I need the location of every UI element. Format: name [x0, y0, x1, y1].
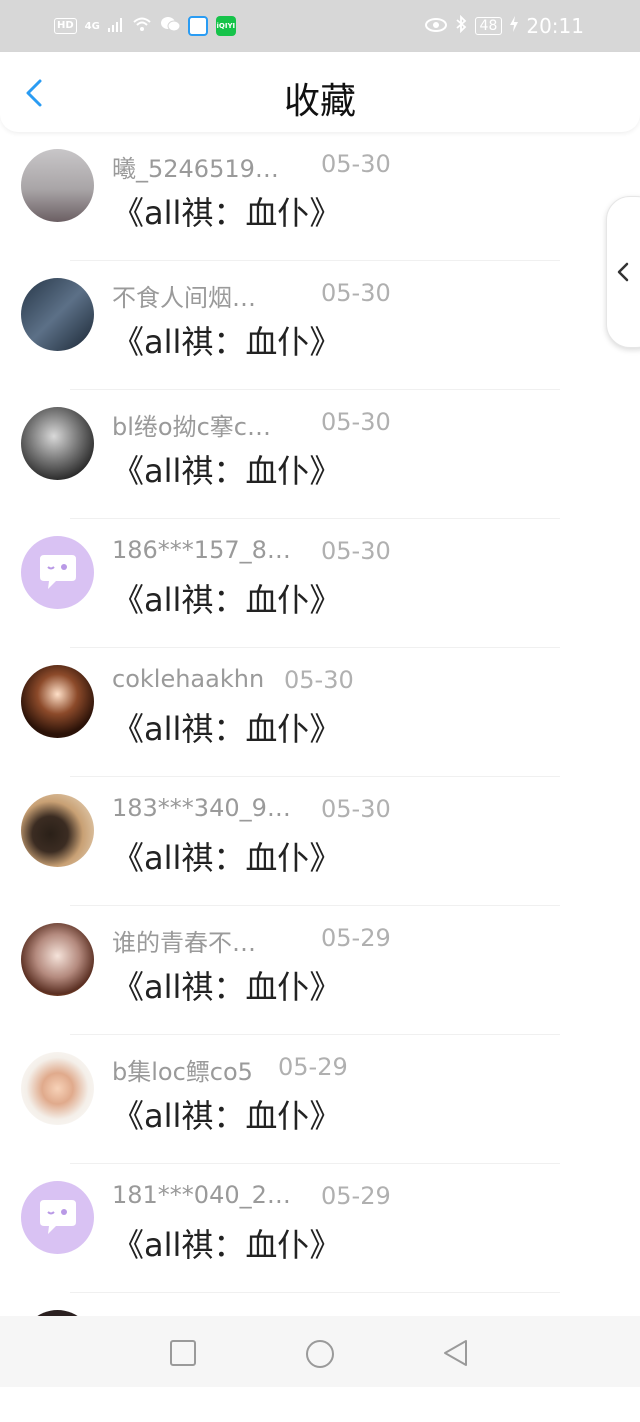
user-name: 186***157_8…: [112, 536, 291, 564]
list-item[interactable]: bl绻o拗c搴c… 05-30 《all祺：血仆》: [0, 390, 640, 519]
clock: 20:11: [526, 14, 584, 38]
app-notification-icon: [187, 16, 208, 36]
chevron-left-icon: [617, 262, 629, 282]
user-name: bl绻o拗c搴c…: [112, 413, 271, 441]
wechat-icon: [160, 16, 181, 36]
date-label: 05-30: [321, 279, 391, 307]
iqiyi-icon: iQIYI: [215, 16, 236, 36]
user-name: b集loc鳔co5: [112, 1058, 253, 1086]
system-back-button[interactable]: [440, 1338, 470, 1368]
battery-indicator: 48: [474, 17, 503, 35]
home-button[interactable]: [304, 1338, 334, 1368]
book-title: 《all祺：血仆》: [112, 1226, 342, 1264]
avatar[interactable]: [21, 794, 94, 867]
date-label: 05-29: [321, 1182, 391, 1210]
book-title: 《all祺：血仆》: [112, 1097, 342, 1135]
date-label: 05-30: [321, 408, 391, 436]
list-item[interactable]: b集loc鳔co5 05-29 《all祺：血仆》: [0, 1035, 640, 1164]
avatar[interactable]: [21, 665, 94, 738]
signal-4g-label: 4G: [84, 20, 100, 32]
chat-bubble-icon: [39, 554, 76, 589]
date-label: 05-30: [284, 666, 354, 694]
signal-strength-icon: [107, 17, 124, 36]
date-label: 05-30: [321, 537, 391, 565]
hd-badge: HD: [54, 18, 77, 34]
avatar[interactable]: [21, 278, 94, 351]
book-title: 《all祺：血仆》: [112, 194, 342, 232]
side-drawer-handle[interactable]: [606, 196, 640, 348]
date-label: 05-29: [321, 924, 391, 952]
user-name: coklehaakhn: [112, 665, 265, 693]
avatar[interactable]: [21, 536, 94, 609]
list-item[interactable]: 谁的青春不… 05-29 《all祺：血仆》: [0, 906, 640, 1035]
eye-icon: [424, 17, 447, 36]
list-item[interactable]: 183***340_9… 05-30 《all祺：血仆》: [0, 777, 640, 906]
page-title: 收藏: [283, 81, 356, 122]
avatar[interactable]: [21, 407, 94, 480]
book-title: 《all祺：血仆》: [112, 710, 342, 748]
circle-icon: [306, 1340, 334, 1368]
system-nav-bar: [0, 1316, 640, 1387]
avatar[interactable]: [21, 149, 94, 222]
top-bar: 收藏: [0, 52, 640, 132]
user-name: 183***340_9…: [112, 794, 291, 822]
chat-bubble-icon: [39, 1199, 76, 1234]
avatar[interactable]: [21, 1181, 94, 1254]
user-name: 曦_5246519…: [112, 155, 279, 183]
date-label: 05-29: [278, 1053, 348, 1081]
list-item[interactable]: 181***040_2… 05-29 《all祺：血仆》: [0, 1164, 640, 1293]
list-item[interactable]: 不食人间烟… 05-30 《all祺：血仆》: [0, 261, 640, 390]
list-item[interactable]: 186***157_8… 05-30 《all祺：血仆》: [0, 519, 640, 648]
book-title: 《all祺：血仆》: [112, 839, 342, 877]
recent-apps-button[interactable]: [168, 1338, 198, 1368]
triangle-back-icon: [444, 1340, 467, 1366]
book-title: 《all祺：血仆》: [112, 452, 342, 490]
favorites-list: 曦_5246519… 05-30 《all祺：血仆》 不食人间烟… 05-30 …: [0, 132, 640, 1422]
bluetooth-icon: [455, 14, 467, 37]
user-name: 谁的青春不…: [112, 929, 256, 957]
user-name: 181***040_2…: [112, 1181, 291, 1209]
list-item[interactable]: 曦_5246519… 05-30 《all祺：血仆》: [0, 132, 640, 261]
charging-icon: [510, 16, 519, 36]
book-title: 《all祺：血仆》: [112, 323, 342, 361]
user-name: 不食人间烟…: [112, 284, 256, 312]
wifi-icon: [132, 16, 152, 36]
square-icon: [170, 1340, 196, 1366]
status-bar: HD 4G iQIYI 48 20:11: [0, 0, 640, 52]
date-label: 05-30: [321, 150, 391, 178]
list-item[interactable]: coklehaakhn 05-30 《all祺：血仆》: [0, 648, 640, 777]
book-title: 《all祺：血仆》: [112, 581, 342, 619]
avatar[interactable]: [21, 923, 94, 996]
avatar[interactable]: [21, 1052, 94, 1125]
date-label: 05-30: [321, 795, 391, 823]
book-title: 《all祺：血仆》: [112, 968, 342, 1006]
